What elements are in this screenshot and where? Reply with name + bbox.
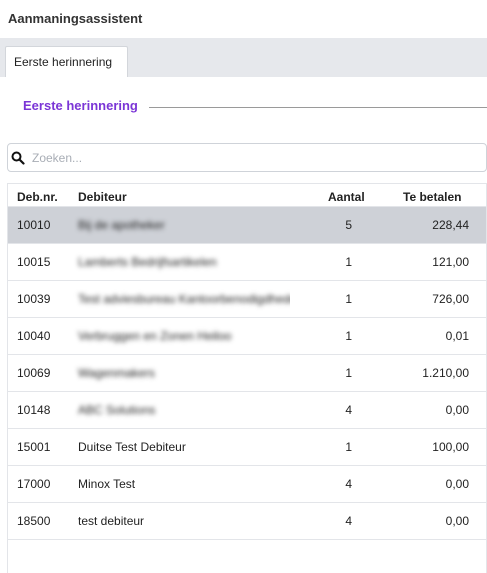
cell-te-betalen: 1.210,00 <box>422 366 469 380</box>
table-row[interactable]: 10015 Lamberts Bedrijfsartikelen 1 121,00 <box>8 244 486 281</box>
cell-debiteur: ABC Solutions <box>78 403 156 417</box>
cell-debiteur: Test adviesbureau Kantoorbenodigdheden <box>78 292 290 306</box>
cell-debiteur: Bij de apotheker <box>78 218 165 232</box>
column-header-aantal[interactable]: Aantal <box>328 190 365 204</box>
cell-debiteur: Duitse Test Debiteur <box>78 440 186 454</box>
cell-te-betalen: 121,00 <box>432 255 469 269</box>
debiteur-cell-container: Duitse Test Debiteur <box>68 429 290 465</box>
cell-debnr: 10040 <box>17 329 51 343</box>
cell-debiteur: Verbruggen en Zonen Heiloo <box>78 329 232 343</box>
table-row[interactable]: 10010 Bij de apotheker 5 228,44 <box>8 207 486 244</box>
section-divider <box>149 107 487 108</box>
column-header-debnr[interactable]: Deb.nr. <box>17 190 58 204</box>
cell-aantal: 4 <box>345 477 352 491</box>
column-header-te-betalen[interactable]: Te betalen <box>403 190 461 204</box>
cell-debnr: 10015 <box>17 255 51 269</box>
cell-te-betalen: 0,01 <box>445 329 469 343</box>
cell-debnr: 10069 <box>17 366 51 380</box>
cell-te-betalen: 0,00 <box>445 403 469 417</box>
cell-aantal: 1 <box>345 255 352 269</box>
debiteur-cell-container: Wagenmakers <box>68 355 290 391</box>
debiteur-cell-container: Test adviesbureau Kantoorbenodigdheden <box>68 281 290 317</box>
cell-debnr: 10039 <box>17 292 51 306</box>
table-row[interactable]: 15001 Duitse Test Debiteur 1 100,00 <box>8 429 486 466</box>
table-row[interactable]: 10039 Test adviesbureau Kantoorbenodigdhe… <box>8 281 486 318</box>
section-header: Eerste herinnering <box>23 98 487 118</box>
title-bar: Aanmaningsassistent <box>0 0 487 38</box>
cell-debiteur: Lamberts Bedrijfsartikelen <box>78 255 217 269</box>
cell-te-betalen: 228,44 <box>432 218 469 232</box>
cell-debnr: 10010 <box>17 218 51 232</box>
tab-eerste-herinnering[interactable]: Eerste herinnering <box>5 46 128 77</box>
column-header-debiteur[interactable]: Debiteur <box>78 190 127 204</box>
cell-te-betalen: 726,00 <box>432 292 469 306</box>
tab-strip: Eerste herinnering <box>0 38 487 77</box>
search-icon <box>11 151 25 165</box>
cell-aantal: 4 <box>345 514 352 528</box>
tab-label: Eerste herinnering <box>14 55 113 69</box>
cell-te-betalen: 0,00 <box>445 514 469 528</box>
cell-aantal: 1 <box>345 329 352 343</box>
cell-aantal: 1 <box>345 440 352 454</box>
cell-aantal: 4 <box>345 403 352 417</box>
cell-te-betalen: 100,00 <box>432 440 469 454</box>
debiteur-cell-container: ABC Solutions <box>68 392 290 428</box>
section-title: Eerste herinnering <box>23 98 138 113</box>
cell-debiteur: Wagenmakers <box>78 366 155 380</box>
search-input[interactable] <box>32 147 472 168</box>
cell-debnr: 15001 <box>17 440 51 454</box>
cell-debnr: 17000 <box>17 477 51 491</box>
cell-debnr: 18500 <box>17 514 51 528</box>
cell-debnr: 10148 <box>17 403 51 417</box>
table-row[interactable]: 18500 test debiteur 4 0,00 <box>8 503 486 540</box>
table-row[interactable]: 10148 ABC Solutions 4 0,00 <box>8 392 486 429</box>
table-row[interactable]: 10040 Verbruggen en Zonen Heiloo 1 0,01 <box>8 318 486 355</box>
cell-aantal: 1 <box>345 366 352 380</box>
debiteur-cell-container: Bij de apotheker <box>68 207 290 243</box>
cell-debiteur: Minox Test <box>78 477 136 491</box>
table-row[interactable]: 17000 Minox Test 4 0,00 <box>8 466 486 503</box>
cell-debiteur: test debiteur <box>78 514 145 528</box>
cell-aantal: 1 <box>345 292 352 306</box>
window-title: Aanmaningsassistent <box>8 11 143 26</box>
debiteur-cell-container: Verbruggen en Zonen Heiloo <box>68 318 290 354</box>
debiteur-cell-container: Minox Test <box>68 466 290 502</box>
search-box[interactable] <box>7 143 487 172</box>
table-header: Deb.nr. Debiteur Aantal Te betalen <box>8 184 486 207</box>
cell-aantal: 5 <box>345 218 352 232</box>
debiteur-cell-container: Lamberts Bedrijfsartikelen <box>68 244 290 280</box>
debtor-table: Deb.nr. Debiteur Aantal Te betalen 10010… <box>7 183 487 573</box>
table-row[interactable]: 10069 Wagenmakers 1 1.210,00 <box>8 355 486 392</box>
debiteur-cell-container: test debiteur <box>68 503 290 539</box>
cell-te-betalen: 0,00 <box>445 477 469 491</box>
